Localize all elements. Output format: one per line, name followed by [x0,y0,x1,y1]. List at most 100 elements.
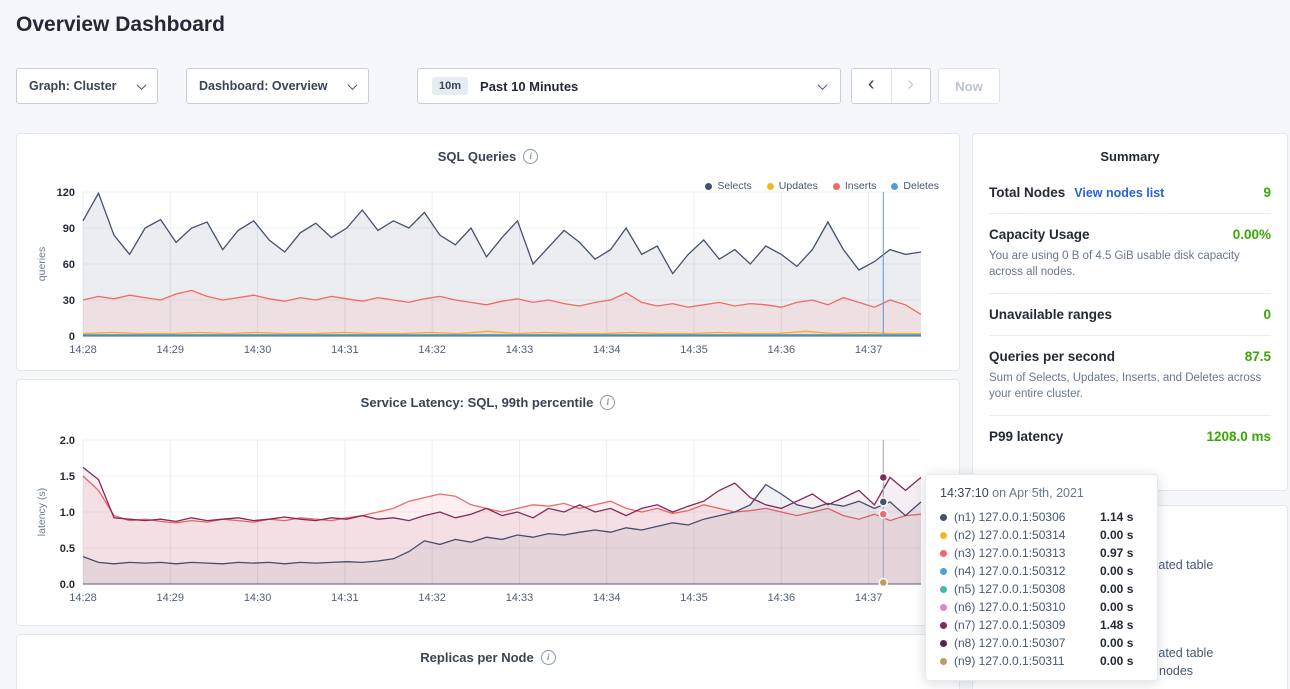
summary-value: 9 [1263,185,1271,200]
node-color-dot-icon [940,640,947,647]
svg-text:14:29: 14:29 [157,344,185,356]
tooltip-node-value: 0.00 s [1100,600,1133,614]
svg-text:14:30: 14:30 [244,344,272,356]
sql-queries-title: SQL Queries [438,149,517,164]
summary-rows: Total Nodes View nodes list 9 Capacity Usag… [973,172,1287,457]
tooltip-node-value: 0.97 s [1100,546,1133,560]
svg-text:14:32: 14:32 [418,592,446,604]
service-latency-panel: Service Latency: SQL, 99th percentile i … [16,379,960,626]
view-nodes-list-link[interactable]: View nodes list [1074,186,1164,200]
tooltip-node-value: 0.00 s [1100,654,1133,668]
svg-text:14:37: 14:37 [855,592,883,604]
summary-label: Total Nodes [989,185,1065,200]
svg-text:14:35: 14:35 [680,344,708,356]
summary-description: Sum of Selects, Updates, Inserts, and De… [989,370,1271,402]
svg-text:14:35: 14:35 [680,592,708,604]
node-color-dot-icon [940,568,947,575]
svg-text:14:34: 14:34 [593,592,621,604]
tooltip-node-label: (n3) 127.0.0.1:50313 [954,546,1100,560]
node-color-dot-icon [940,532,947,539]
node-color-dot-icon [940,604,947,611]
service-latency-chart[interactable]: 0.00.51.01.52.014:2814:2914:3014:3114:32… [31,432,937,618]
graph-dropdown-label: Graph: Cluster [29,79,117,93]
svg-text:1.0: 1.0 [60,507,75,519]
time-range-badge: 10m [432,77,468,95]
tooltip-node-value: 0.00 s [1100,564,1133,578]
svg-text:0.0: 0.0 [60,579,75,591]
svg-text:30: 30 [63,295,75,307]
chart-title-row: Replicas per Node i [17,635,959,665]
summary-label: Queries per second [989,349,1115,364]
summary-panel: Summary Total NodesView nodes list9Capac… [972,133,1288,491]
tooltip-node-label: (n7) 127.0.0.1:50309 [954,618,1100,632]
tooltip-node-value: 0.00 s [1100,636,1133,650]
graph-dropdown[interactable]: Graph: Cluster [16,68,158,104]
info-icon[interactable]: i [541,650,556,665]
tooltip-row: (n1) 127.0.0.1:503061.14 s [940,508,1143,526]
time-range-dropdown[interactable]: 10m Past 10 Minutes [417,68,841,104]
tooltip-date: on Apr 5th, 2021 [989,486,1084,500]
summary-value: 0 [1263,307,1271,322]
tooltip-row: (n3) 127.0.0.1:503130.97 s [940,544,1143,562]
tooltip-node-value: 1.14 s [1100,510,1133,524]
node-color-dot-icon [940,658,947,665]
svg-text:60: 60 [63,259,75,271]
summary-description: You are using 0 B of 4.5 GiB usable disk… [989,248,1271,280]
now-button[interactable]: Now [938,68,1000,104]
replicas-per-node-title: Replicas per Node [420,650,533,665]
tooltip-row: (n9) 127.0.0.1:503110.00 s [940,652,1143,670]
svg-text:14:29: 14:29 [157,592,185,604]
tooltip-node-value: 1.48 s [1100,618,1133,632]
svg-text:14:31: 14:31 [331,592,359,604]
chevron-down-icon [348,80,358,90]
tooltip-row: (n4) 127.0.0.1:503120.00 s [940,562,1143,580]
tooltip-row: (n5) 127.0.0.1:503080.00 s [940,580,1143,598]
summary-row: P99 latency 1208.0 ms [989,415,1271,457]
svg-text:14:37: 14:37 [855,344,883,356]
time-pager: ‹ › [851,68,931,104]
chevron-left-icon: ‹ [868,73,875,95]
svg-text:1.5: 1.5 [60,471,75,483]
tooltip-node-value: 0.00 s [1100,528,1133,542]
sql-queries-chart[interactable]: 030609012014:2814:2914:3014:3114:3214:33… [31,184,937,370]
summary-row: Queries per second87.5Sum of Selects, Up… [989,335,1271,415]
summary-row: Total Nodes View nodes list 9 [989,172,1271,213]
summary-row: Capacity Usage0.00%You are using 0 B of … [989,213,1271,293]
tooltip-node-label: (n6) 127.0.0.1:50310 [954,600,1100,614]
svg-text:14:36: 14:36 [768,592,796,604]
tooltip-node-label: (n2) 127.0.0.1:50314 [954,528,1100,542]
chevron-down-icon [818,80,828,90]
summary-value: 1208.0 ms [1206,429,1271,444]
tooltip-row: (n6) 127.0.0.1:503100.00 s [940,598,1143,616]
svg-text:latency (s): latency (s) [36,488,48,536]
svg-text:0.5: 0.5 [60,543,75,555]
info-icon[interactable]: i [600,395,615,410]
node-color-dot-icon [940,586,947,593]
svg-text:queries: queries [36,247,48,281]
chevron-right-icon: › [907,73,914,95]
svg-text:0: 0 [69,331,75,343]
dashboard-dropdown[interactable]: Dashboard: Overview [186,68,369,104]
tooltip-node-label: (n8) 127.0.0.1:50307 [954,636,1100,650]
svg-text:14:28: 14:28 [69,592,97,604]
svg-text:14:32: 14:32 [418,344,446,356]
sql-queries-panel: SQL Queries i SelectsUpdatesInsertsDelet… [16,133,960,371]
time-prev-button[interactable]: ‹ [852,69,891,103]
time-next-button[interactable]: › [891,69,931,103]
chevron-down-icon [137,80,147,90]
tooltip-node-label: (n9) 127.0.0.1:50311 [954,654,1100,668]
replicas-per-node-panel: Replicas per Node i [16,634,960,689]
svg-text:90: 90 [63,223,75,235]
time-range-label: Past 10 Minutes [480,79,819,94]
svg-text:14:31: 14:31 [331,344,359,356]
svg-text:14:33: 14:33 [506,344,534,356]
summary-label: P99 latency [989,429,1063,444]
svg-text:14:36: 14:36 [768,344,796,356]
svg-text:2.0: 2.0 [60,435,75,447]
svg-text:14:34: 14:34 [593,344,621,356]
tooltip-row: (n2) 127.0.0.1:503140.00 s [940,526,1143,544]
tooltip-node-label: (n5) 127.0.0.1:50308 [954,582,1100,596]
info-icon[interactable]: i [523,149,538,164]
tooltip-node-label: (n4) 127.0.0.1:50312 [954,564,1100,578]
chart-title-row: Service Latency: SQL, 99th percentile i [17,380,959,410]
